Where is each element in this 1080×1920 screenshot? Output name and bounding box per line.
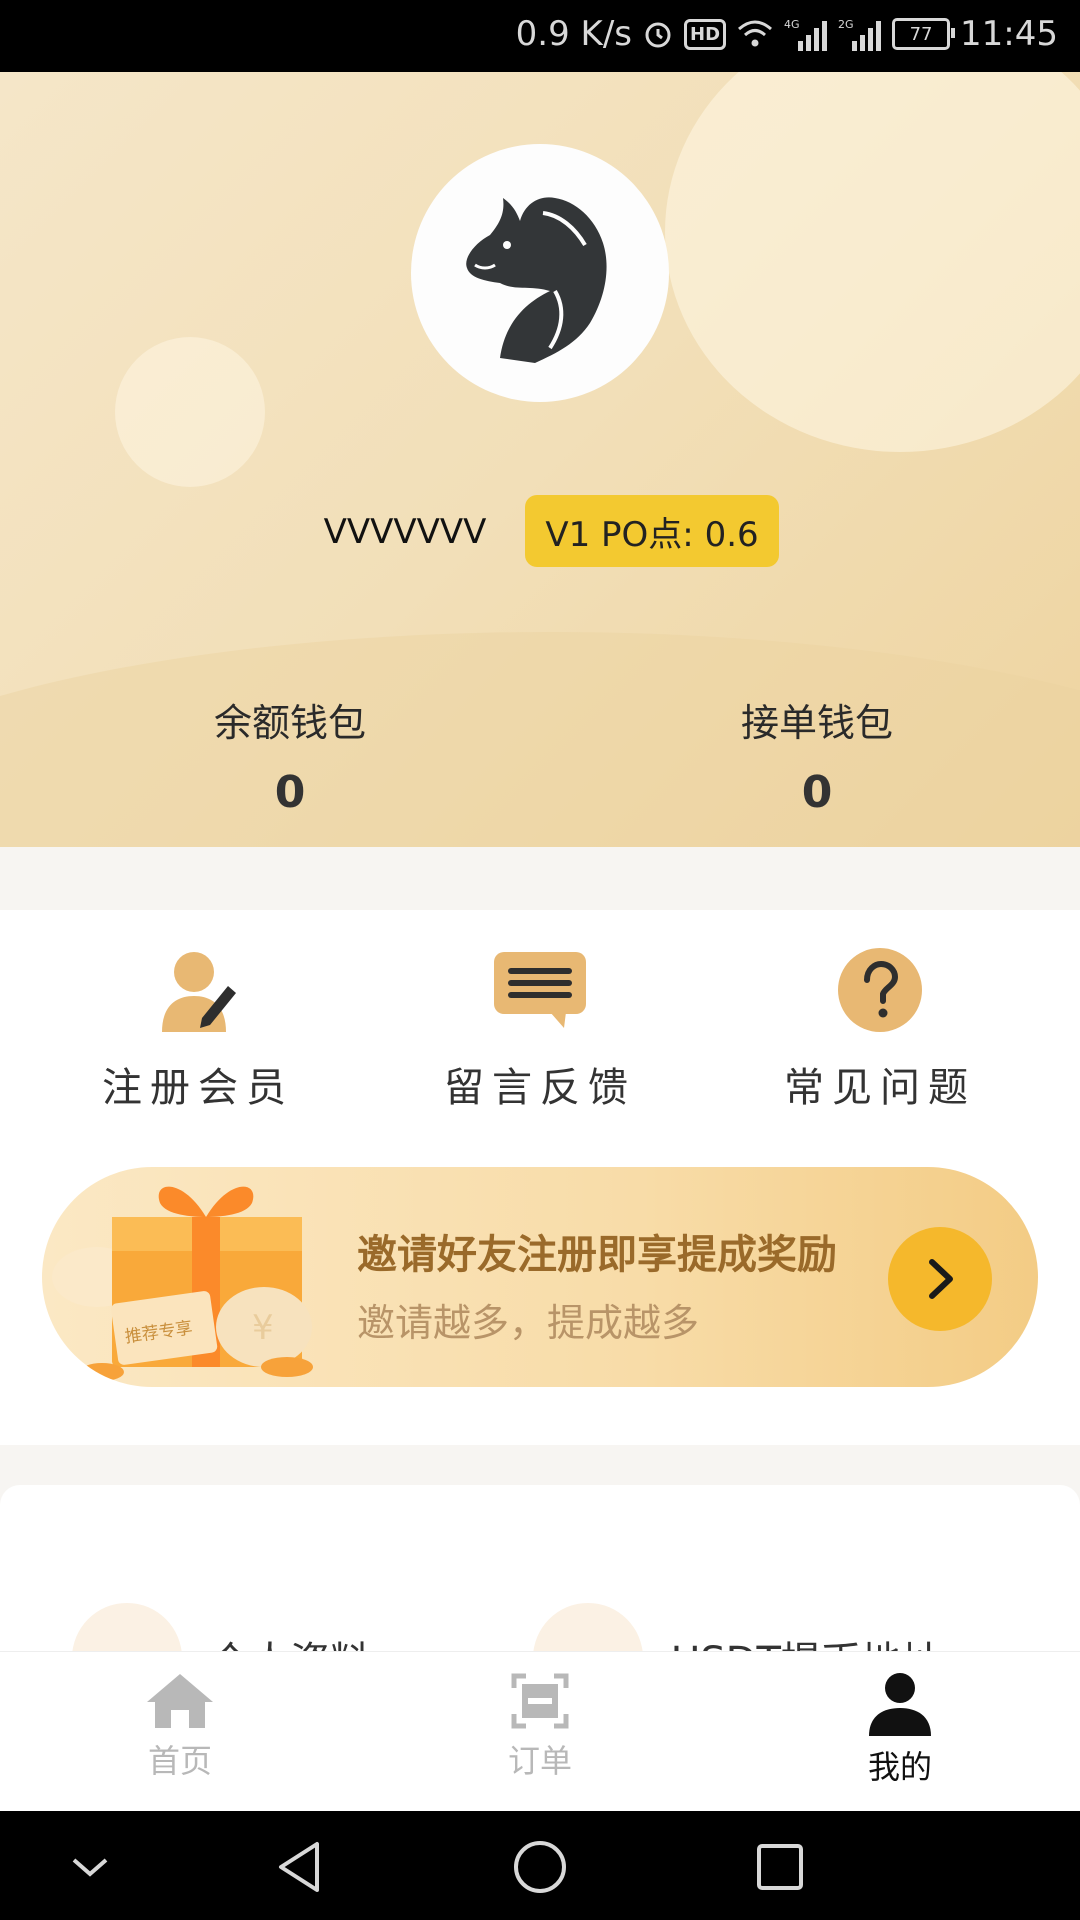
status-bar: 0.9 K/s HD 4G 2G 77 11:45 bbox=[0, 0, 1080, 72]
menu-register-member-label: 注册会员 bbox=[102, 1065, 294, 1111]
order-wallet-value: 0 bbox=[801, 767, 833, 818]
profile-icon bbox=[869, 1673, 931, 1736]
decor-bubble bbox=[665, 72, 1080, 452]
order-icon bbox=[511, 1673, 569, 1729]
menu-faq[interactable]: 常见问题 bbox=[760, 945, 1000, 1113]
tab-orders[interactable]: 订单 bbox=[440, 1672, 640, 1782]
menu-register-member[interactable]: 注册会员 bbox=[78, 945, 318, 1113]
battery-level: 77 bbox=[909, 23, 933, 45]
home-icon bbox=[147, 1674, 213, 1728]
chevron-right-icon bbox=[929, 1259, 953, 1299]
order-wallet-label: 接单钱包 bbox=[740, 701, 893, 745]
quick-menu: 注册会员 留言反馈 常见问题 ¥ 推荐专享 邀请好友注册即享提成奖励 邀请越多，… bbox=[0, 910, 1080, 1445]
faq-icon bbox=[760, 945, 1000, 1035]
signal-2g-icon: 2G bbox=[838, 17, 882, 51]
profile-header: VVVVVVV V1 PO点: 0.6 余额钱包 0 接单钱包 0 bbox=[0, 72, 1080, 847]
system-nav-bar bbox=[0, 1811, 1080, 1920]
register-member-icon bbox=[78, 945, 318, 1035]
nav-back-button[interactable] bbox=[270, 1837, 330, 1897]
vip-level-badge: V1 PO点: 0.6 bbox=[525, 495, 779, 567]
chevron-down-icon bbox=[72, 1858, 108, 1877]
tab-orders-label: 订单 bbox=[507, 1742, 572, 1780]
username: VVVVVVV bbox=[323, 512, 487, 552]
gift-box-icon: ¥ 推荐专享 bbox=[52, 1186, 313, 1381]
nav-hide-button[interactable] bbox=[60, 1837, 120, 1897]
alarm-icon bbox=[642, 18, 674, 50]
menu-faq-label: 常见问题 bbox=[784, 1065, 976, 1111]
bottom-tab-bar: 首页 订单 我的 bbox=[0, 1651, 1080, 1812]
decor-bubble bbox=[115, 337, 265, 487]
recents-square-icon bbox=[757, 1844, 803, 1890]
avatar[interactable] bbox=[411, 144, 669, 402]
menu-message-feedback-label: 留言反馈 bbox=[444, 1065, 636, 1111]
balance-wallet[interactable]: 余额钱包 0 bbox=[140, 692, 440, 818]
invite-go-button[interactable] bbox=[888, 1227, 992, 1331]
signal-4g-icon: 4G bbox=[784, 17, 828, 51]
invite-banner-subtitle: 邀请越多，提成越多 bbox=[357, 1301, 700, 1345]
signal-label-2g: 2G bbox=[838, 18, 854, 31]
home-circle-icon bbox=[514, 1841, 566, 1893]
invite-banner[interactable]: ¥ 推荐专享 邀请好友注册即享提成奖励 邀请越多，提成越多 bbox=[42, 1167, 1038, 1387]
tab-home-label: 首页 bbox=[147, 1742, 212, 1780]
tab-mine[interactable]: 我的 bbox=[800, 1672, 1000, 1788]
tab-home[interactable]: 首页 bbox=[80, 1672, 280, 1782]
invite-banner-title: 邀请好友注册即享提成奖励 bbox=[357, 1232, 837, 1278]
svg-text:¥: ¥ bbox=[252, 1308, 274, 1348]
wifi-icon bbox=[736, 19, 774, 49]
battery-icon: 77 bbox=[892, 18, 956, 50]
hd-icon: HD bbox=[684, 18, 727, 50]
order-wallet[interactable]: 接单钱包 0 bbox=[667, 692, 967, 818]
horse-logo-icon bbox=[466, 197, 607, 363]
balance-wallet-value: 0 bbox=[274, 767, 306, 818]
message-feedback-icon bbox=[420, 945, 660, 1035]
tab-mine-label: 我的 bbox=[867, 1748, 932, 1786]
network-speed: 0.9 K/s bbox=[515, 14, 632, 54]
balance-wallet-label: 余额钱包 bbox=[213, 701, 366, 745]
menu-message-feedback[interactable]: 留言反馈 bbox=[420, 945, 660, 1113]
nav-recents-button[interactable] bbox=[750, 1837, 810, 1897]
back-triangle-icon bbox=[279, 1842, 319, 1892]
signal-label-4g: 4G bbox=[784, 18, 800, 31]
clock: 11:45 bbox=[960, 14, 1058, 54]
nav-home-button[interactable] bbox=[510, 1837, 570, 1897]
